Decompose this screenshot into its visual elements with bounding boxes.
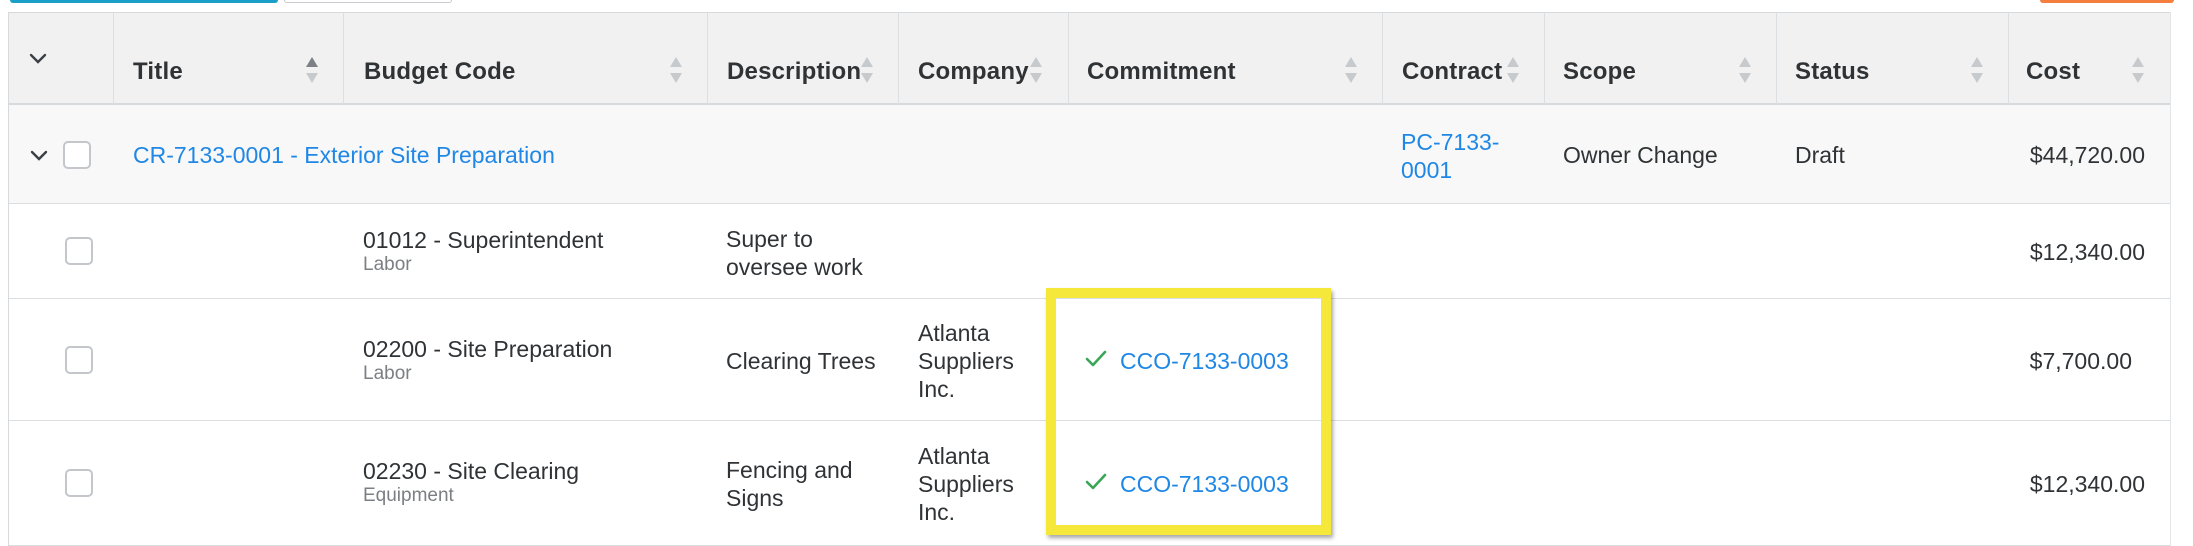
table-row (9, 204, 2170, 299)
header-cost[interactable]: Cost (2009, 13, 2170, 105)
scope-value: Owner Change (1563, 142, 1718, 168)
company-line2: Suppliers (918, 471, 1014, 497)
sort-arrows-icon[interactable] (1739, 57, 1751, 85)
header-expand-cell[interactable] (9, 13, 114, 105)
header-cost-label: Cost (2026, 58, 2081, 85)
sort-arrows-icon[interactable] (1030, 57, 1042, 85)
sort-arrows-icon[interactable] (1971, 57, 1983, 85)
sort-arrows-icon[interactable] (1345, 57, 1357, 85)
header-scope-label: Scope (1563, 58, 1637, 85)
top-tab[interactable] (284, 0, 452, 3)
vertical-scrollbar[interactable] (2170, 12, 2193, 546)
sort-arrows-icon[interactable] (861, 57, 873, 85)
chevron-down-icon[interactable] (26, 47, 50, 71)
cost-value: $44,720.00 (2029, 142, 2145, 168)
cost-value: $12,340.00 (2029, 471, 2145, 497)
company-line3: Inc. (918, 376, 956, 402)
sort-arrows-icon[interactable] (2132, 57, 2144, 85)
budget-code: 01012 - Superintendent (363, 227, 604, 253)
header-description-label: Description (727, 58, 862, 85)
header-scope[interactable]: Scope (1545, 13, 1777, 105)
description-line2: oversee work (726, 254, 863, 280)
row-checkbox[interactable] (65, 237, 93, 265)
company-line1: Atlanta (918, 320, 990, 346)
cost-type: Equipment (363, 485, 454, 506)
header-description[interactable]: Description (708, 13, 899, 105)
status-value: Draft (1795, 142, 1845, 168)
header-budget-code-label: Budget Code (364, 58, 516, 85)
budget-code: 02230 - Site Clearing (363, 458, 580, 484)
header-status-label: Status (1795, 58, 1870, 85)
header-contract-label: Contract (1402, 58, 1503, 85)
header-company[interactable]: Company (899, 13, 1069, 105)
cost-value: $7,700.00 (2029, 348, 2132, 374)
header-contract[interactable]: Contract (1383, 13, 1545, 105)
row-checkbox[interactable] (65, 469, 93, 497)
header-commitment-label: Commitment (1087, 58, 1236, 85)
cost-type: Labor (363, 363, 412, 384)
contract-link-line2[interactable]: 0001 (1401, 156, 1452, 184)
commitment-highlight-box (1046, 288, 1331, 535)
company-line1: Atlanta (918, 443, 990, 469)
top-tab-active[interactable] (10, 0, 278, 3)
header-commitment[interactable]: Commitment (1069, 13, 1383, 105)
header-company-label: Company (918, 58, 1029, 85)
row-checkbox[interactable] (63, 141, 91, 169)
sort-arrows-icon[interactable] (670, 57, 682, 85)
description-line1: Super to (726, 226, 813, 252)
row-checkbox[interactable] (65, 346, 93, 374)
sort-arrows-icon[interactable] (1507, 57, 1519, 85)
description-line1: Clearing Trees (726, 348, 876, 374)
cost-type: Labor (363, 254, 412, 275)
header-title[interactable]: Title (114, 13, 344, 105)
description-line2: Signs (726, 485, 784, 511)
chevron-down-icon[interactable] (27, 144, 51, 168)
top-action-button[interactable] (2040, 0, 2174, 3)
company-line2: Suppliers (918, 348, 1014, 374)
description-line1: Fencing and (726, 457, 853, 483)
cost-value: $12,340.00 (2029, 239, 2145, 265)
budget-code: 02200 - Site Preparation (363, 336, 613, 362)
header-status[interactable]: Status (1777, 13, 2009, 105)
company-line3: Inc. (918, 499, 956, 525)
header-title-label: Title (133, 58, 183, 85)
change-event-title-link[interactable]: CR-7133-0001 - Exterior Site Preparation (133, 141, 555, 169)
contract-link-line1[interactable]: PC-7133- (1401, 128, 1499, 156)
header-budget-code[interactable]: Budget Code (344, 13, 708, 105)
sort-arrows-icon[interactable] (306, 57, 318, 85)
